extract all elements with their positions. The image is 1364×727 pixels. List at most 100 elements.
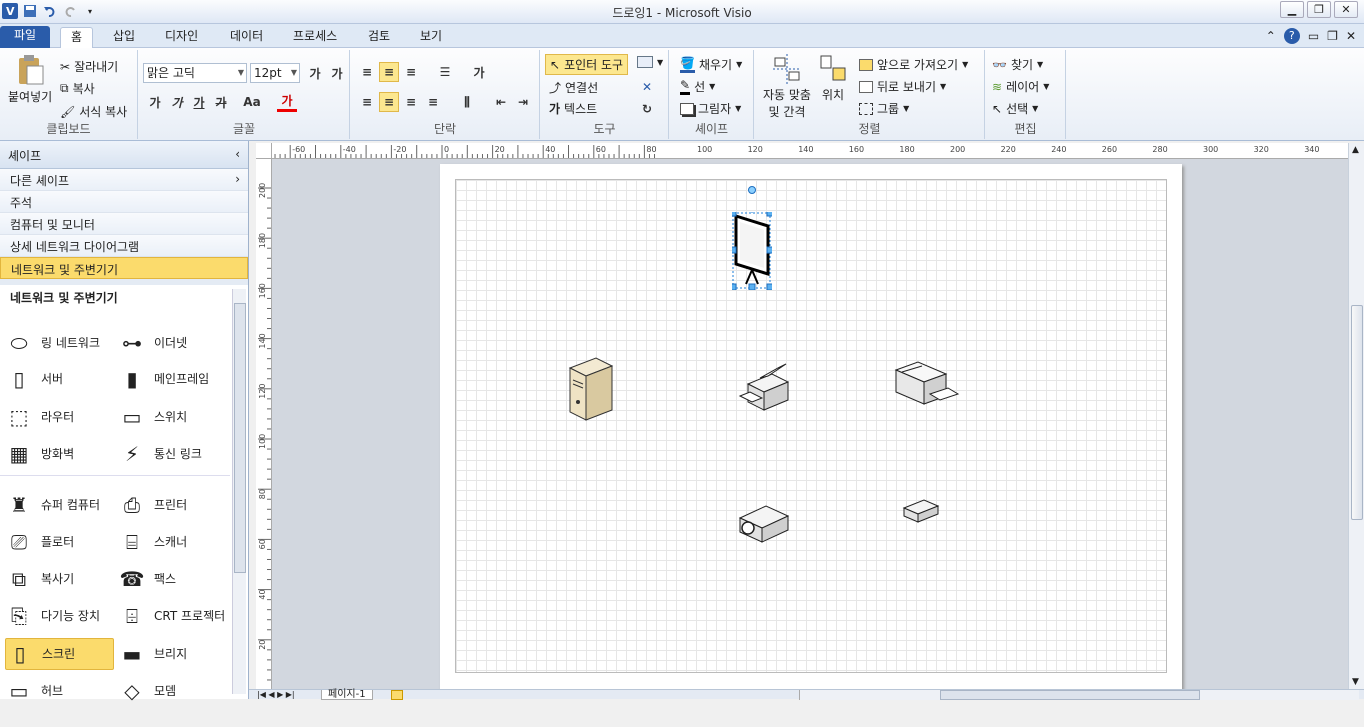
- ribbon-collapse-icon[interactable]: ⌃: [1266, 29, 1276, 43]
- shape-item-plotter[interactable]: ⎚ 플로터: [5, 526, 114, 558]
- font-size-select[interactable]: 12pt ▼: [250, 63, 300, 83]
- auto-align-button[interactable]: 자동 맞춤 및 간격: [759, 54, 815, 120]
- canvas-vertical-scrollbar[interactable]: ▲ ▼: [1348, 143, 1364, 689]
- tab-data[interactable]: 데이터: [220, 27, 273, 48]
- multifunction-shape[interactable]: [894, 360, 960, 414]
- more-shapes-button[interactable]: 다른 셰이프 ›: [0, 169, 248, 191]
- shape-item-comm-link[interactable]: ⚡ 통신 링크: [118, 438, 228, 470]
- shape-item-ethernet[interactable]: ⊶ 이더넷: [118, 327, 228, 359]
- tab-view[interactable]: 보기: [410, 27, 452, 48]
- send-back-button[interactable]: 뒤로 보내기 ▼: [859, 78, 946, 95]
- group-button[interactable]: 그룹 ▼: [859, 100, 909, 117]
- scroll-down-icon[interactable]: ▼: [1352, 677, 1359, 687]
- shape-item-crt-projector[interactable]: ⌹ CRT 프로젝터: [118, 600, 228, 632]
- position-button[interactable]: 위치: [819, 54, 847, 103]
- find-label: 찾기: [1010, 58, 1034, 72]
- rotate-icon[interactable]: ↻: [637, 99, 657, 119]
- shape-item-modem[interactable]: ◇ 모뎀: [118, 675, 228, 707]
- align-top-button[interactable]: ≡: [357, 62, 377, 82]
- shape-item-scanner[interactable]: ⌸ 스캐너: [118, 526, 228, 558]
- shape-item-router[interactable]: ⬚ 라우터: [5, 401, 114, 433]
- modem-shape[interactable]: [902, 498, 940, 526]
- stencil-annotations[interactable]: 주석: [0, 191, 248, 213]
- projector-shape[interactable]: [738, 502, 790, 544]
- shrink-font-button[interactable]: 가: [327, 63, 347, 83]
- scrollbar-thumb[interactable]: [1351, 305, 1363, 520]
- shape-item-screen[interactable]: ▯ 스크린: [5, 638, 114, 670]
- justify-button[interactable]: ≡: [423, 92, 443, 112]
- tab-file[interactable]: 파일: [0, 26, 51, 48]
- shape-item-mainframe[interactable]: ▮ 메인프레임: [118, 363, 228, 395]
- scrollbar-thumb[interactable]: [234, 303, 246, 573]
- shape-item-copier[interactable]: ⧉ 복사기: [5, 563, 114, 595]
- server-shape[interactable]: [566, 356, 616, 422]
- stencil-detailed-network[interactable]: 상세 네트워크 다이어그램: [0, 235, 248, 257]
- help-icon[interactable]: ?: [1283, 28, 1300, 44]
- shape-item-hub[interactable]: ▭ 허브: [5, 675, 114, 707]
- shape-item-ring-network[interactable]: ⬭ 링 네트워크: [5, 327, 114, 359]
- stencil-computers-monitors[interactable]: 컴퓨터 및 모니터: [0, 213, 248, 235]
- minimize-button[interactable]: ▁: [1280, 1, 1304, 18]
- shape-item-fax[interactable]: ☎ 팩스: [118, 563, 228, 595]
- doc-minimize-icon[interactable]: ▭: [1308, 29, 1319, 43]
- text-tool-button[interactable]: 가 텍스트: [549, 100, 597, 117]
- line-button[interactable]: ✎ 선 ▼: [680, 78, 715, 95]
- tab-insert[interactable]: 삽입: [103, 27, 145, 48]
- format-painter-button[interactable]: 🖌 서식 복사: [60, 103, 127, 120]
- bring-front-button[interactable]: 앞으로 가져오기 ▼: [859, 56, 968, 73]
- rectangle-tool-button[interactable]: ▼: [637, 56, 663, 68]
- doc-close-icon[interactable]: ✕: [1346, 29, 1356, 43]
- increase-indent-button[interactable]: ⇥: [513, 92, 533, 112]
- font-family-select[interactable]: 맑은 고딕 ▼: [143, 63, 247, 83]
- scroll-up-icon[interactable]: ▲: [1352, 145, 1359, 155]
- connection-point-icon[interactable]: ✕: [637, 77, 657, 97]
- find-button[interactable]: 👓 찾기 ▼: [992, 56, 1043, 73]
- copy-button[interactable]: ⧉ 복사: [60, 80, 95, 97]
- panel-scrollbar[interactable]: [232, 289, 246, 694]
- stencil-network-peripherals[interactable]: 네트워크 및 주변기기: [0, 257, 248, 279]
- shape-item-multifunction[interactable]: ⎘ 다기능 장치: [5, 600, 114, 632]
- fill-button[interactable]: 🪣 채우기 ▼: [680, 56, 742, 73]
- align-bottom-button[interactable]: ≡: [401, 62, 421, 82]
- align-right-button[interactable]: ≡: [401, 92, 421, 112]
- paste-button[interactable]: 붙여넣기: [8, 54, 52, 105]
- collapse-panel-icon[interactable]: ‹: [235, 147, 240, 161]
- select-button[interactable]: ↖ 선택 ▼: [992, 100, 1038, 117]
- italic-button[interactable]: 가: [167, 92, 187, 112]
- pointer-tool-button[interactable]: ↖ 포인터 도구: [545, 54, 629, 75]
- drawing-page[interactable]: [440, 164, 1182, 692]
- shape-item-bridge[interactable]: ▬ 브리지: [118, 638, 228, 670]
- grow-font-button[interactable]: 가: [305, 63, 325, 83]
- rotation-handle[interactable]: [748, 186, 756, 194]
- shape-item-printer[interactable]: ⎙ 프린터: [118, 489, 228, 521]
- tab-home[interactable]: 홈: [60, 27, 94, 48]
- align-middle-button[interactable]: ≡: [379, 62, 399, 82]
- maximize-button[interactable]: ❐: [1307, 1, 1331, 18]
- case-button[interactable]: Aa: [239, 92, 265, 112]
- shape-item-switch[interactable]: ▭ 스위치: [118, 401, 228, 433]
- align-left-button[interactable]: ≡: [357, 92, 377, 112]
- strikethrough-button[interactable]: 가: [211, 92, 231, 112]
- tab-review[interactable]: 검토: [358, 27, 400, 48]
- close-button[interactable]: ✕: [1334, 1, 1358, 18]
- decrease-indent-button[interactable]: ⇤: [491, 92, 511, 112]
- cut-button[interactable]: ✂ 잘라내기: [60, 58, 118, 75]
- tab-design[interactable]: 디자인: [155, 27, 208, 48]
- shadow-button[interactable]: 그림자 ▼: [680, 100, 741, 117]
- font-color-button[interactable]: 가: [277, 92, 297, 112]
- shape-item-supercomputer[interactable]: ♜ 슈퍼 컴퓨터: [5, 489, 114, 521]
- text-direction-button[interactable]: 가: [469, 62, 489, 82]
- distribute-button[interactable]: ⫼: [457, 92, 477, 112]
- bullets-button[interactable]: ☰: [435, 62, 455, 82]
- layer-button[interactable]: ≋ 레이어 ▼: [992, 78, 1049, 95]
- bold-button[interactable]: 가: [145, 92, 165, 112]
- tab-process[interactable]: 프로세스: [283, 27, 347, 48]
- connector-button[interactable]: ⤴ 연결선: [549, 79, 598, 96]
- screen-shape[interactable]: [729, 192, 774, 291]
- printer-shape[interactable]: [738, 362, 790, 414]
- shape-item-firewall[interactable]: ▦ 방화벽: [5, 438, 114, 470]
- doc-restore-icon[interactable]: ❐: [1327, 29, 1338, 43]
- underline-button[interactable]: 가: [189, 92, 209, 112]
- align-center-button[interactable]: ≡: [379, 92, 399, 112]
- shape-item-server[interactable]: ▯ 서버: [5, 363, 114, 395]
